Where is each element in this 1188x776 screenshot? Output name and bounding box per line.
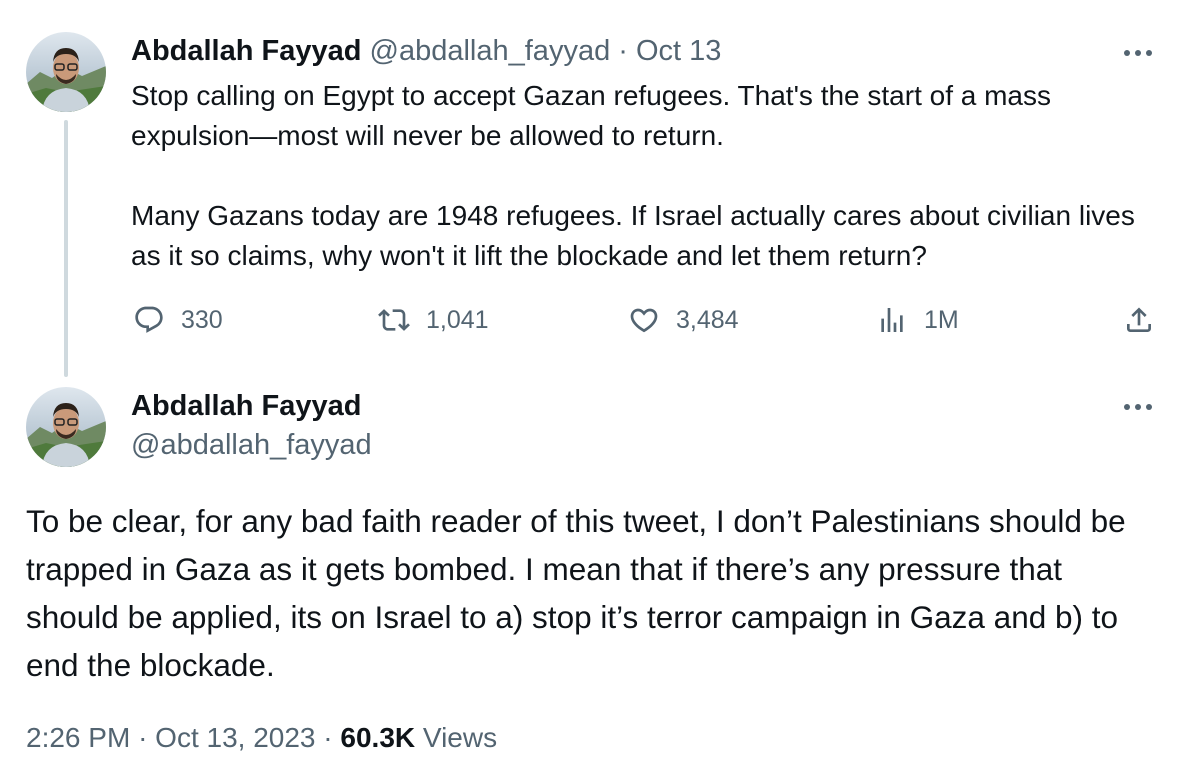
tweet-actions: 330 1,041 3,484 1M: [131, 300, 1161, 340]
author-handle[interactable]: @abdallah_fayyad: [131, 426, 372, 464]
tweet-text: To be clear, for any bad faith reader of…: [26, 503, 1126, 683]
tweet-paragraph: Stop calling on Egypt to accept Gazan re…: [131, 80, 1052, 151]
separator: ·: [138, 722, 148, 753]
share-icon: [1127, 307, 1151, 332]
author-name[interactable]: Abdallah Fayyad: [131, 387, 361, 425]
retweet-button[interactable]: 1,041: [376, 300, 489, 340]
views-label: Views: [422, 722, 498, 753]
separator: ·: [618, 35, 628, 67]
tweet-paragraph: Many Gazans today are 1948 refugees. If …: [131, 200, 1135, 271]
more-options-button[interactable]: [1118, 41, 1158, 65]
tweet-date[interactable]: Oct 13: [636, 35, 721, 67]
like-count: 3,484: [676, 305, 739, 334]
retweet-count: 1,041: [426, 305, 489, 334]
avatar[interactable]: [26, 32, 106, 112]
heart-icon: [630, 308, 658, 333]
reply-icon: [135, 306, 163, 333]
analytics-icon: [881, 308, 903, 332]
tweet-metadata: 2:26 PM · Oct 13, 2023 · 60.3K Views: [26, 718, 497, 758]
reply-count: 330: [181, 305, 223, 334]
views-count: 1M: [924, 305, 959, 334]
reply-button[interactable]: 330: [131, 300, 223, 340]
like-button[interactable]: 3,484: [626, 300, 739, 340]
author-handle[interactable]: @abdallah_fayyad: [370, 35, 611, 67]
tweet-full-date[interactable]: Oct 13, 2023: [155, 722, 315, 753]
share-button[interactable]: [1121, 300, 1171, 340]
retweet-icon: [378, 309, 410, 331]
tweet-time[interactable]: 2:26 PM: [26, 722, 130, 753]
avatar[interactable]: [26, 387, 106, 467]
more-options-button[interactable]: [1118, 395, 1158, 419]
more-horizontal-icon: [1124, 50, 1152, 56]
tweet-text: Stop calling on Egypt to accept Gazan re…: [131, 76, 1171, 276]
views-total: 60.3K: [340, 722, 416, 753]
separator: ·: [323, 722, 333, 753]
more-horizontal-icon: [1124, 404, 1152, 410]
author-name[interactable]: Abdallah Fayyad: [131, 35, 361, 67]
thread-line: [64, 120, 68, 377]
tweet-header: Abdallah Fayyad @abdallah_fayyad · Oct 1…: [131, 32, 721, 70]
views-button[interactable]: 1M: [874, 300, 959, 340]
